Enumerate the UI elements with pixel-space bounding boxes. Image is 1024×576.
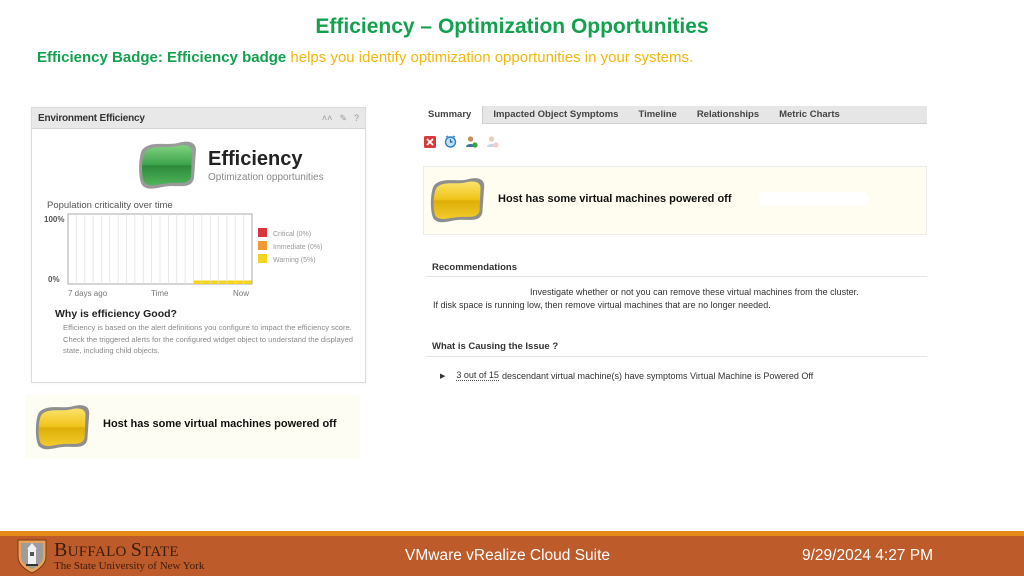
slide-subtitle: Efficiency Badge: Efficiency badge helps… — [37, 49, 693, 66]
y-tick-label-0: 0% — [48, 275, 60, 284]
efficiency-label: Efficiency — [208, 147, 303, 170]
alert-badge-icon — [430, 178, 485, 223]
y-tick-label-100: 100% — [44, 215, 64, 224]
collapse-icon[interactable]: ˄˄ — [322, 113, 333, 124]
bar-warning — [210, 280, 219, 284]
bar-warning — [243, 280, 252, 284]
recommendations-title: Recommendations — [432, 262, 517, 273]
take-ownership-icon[interactable] — [465, 135, 478, 148]
cancel-alert-icon[interactable] — [423, 135, 436, 148]
cause-divider — [426, 356, 927, 357]
bar-warning — [218, 280, 227, 284]
legend-swatch — [258, 228, 267, 237]
slide-title: Efficiency – Optimization Opportunities — [315, 15, 709, 38]
legend-label: Warning (5%) — [273, 257, 316, 264]
logo-subtitle: The State University of New York — [54, 560, 205, 572]
logo-text: BUFFALO STATE The State University of Ne… — [54, 540, 204, 572]
chart-title: Population criticality over time — [47, 200, 173, 211]
cause-text: descendant virtual machine(s) have sympt… — [501, 370, 814, 381]
help-icon[interactable]: ? — [354, 113, 359, 124]
alert-toolbar — [423, 135, 499, 148]
buffalo-state-logo: BUFFALO STATE The State University of Ne… — [16, 536, 204, 576]
bar-warning — [227, 280, 235, 284]
tab-impacted-object-symptoms[interactable]: Impacted Object Symptoms — [483, 106, 628, 124]
grid-lines — [75, 214, 245, 284]
tab-timeline[interactable]: Timeline — [628, 106, 686, 124]
cause-row: ▶ 3 out of 15 descendant virtual machine… — [440, 370, 813, 381]
tab-metric-charts[interactable]: Metric Charts — [769, 106, 850, 124]
warning-badge-icon — [35, 405, 90, 450]
widget-tools: ˄˄ ✎ ? — [322, 113, 359, 124]
tab-relationships[interactable]: Relationships — [687, 106, 769, 124]
recommendations-divider — [426, 276, 927, 277]
why-body: Efficiency is based on the alert definit… — [63, 323, 354, 355]
warning-badge-card: Host has some virtual machines powered o… — [25, 395, 360, 458]
x-tick-label-end: Now — [233, 289, 249, 298]
bar-warning — [202, 280, 210, 284]
tab-summary[interactable]: Summary — [423, 106, 484, 124]
x-axis-label: Time — [151, 289, 169, 298]
footer: BUFFALO STATE The State University of Ne… — [0, 536, 1024, 576]
legend-swatch — [258, 241, 267, 250]
bars — [193, 280, 252, 284]
bar-warning — [193, 280, 202, 284]
expand-arrow-icon[interactable]: ▶ — [440, 372, 445, 380]
redacted-area — [759, 192, 869, 206]
chart-legend: Critical (0%) Immediate (0%) Warning (5%) — [258, 228, 322, 264]
footer-course-title: VMware vRealize Cloud Suite — [405, 547, 611, 564]
recommendation-item: If disk space is running low, then remov… — [433, 300, 771, 310]
legend-label: Critical (0%) — [273, 231, 311, 238]
subtitle-strong: Efficiency Badge: Efficiency badge — [37, 49, 287, 66]
x-tick-label-start: 7 days ago — [68, 289, 108, 298]
suspend-alert-icon[interactable] — [444, 135, 457, 148]
widget-header: Environment Efficiency ˄˄ ✎ ? — [32, 108, 365, 129]
shield-logo-icon — [17, 539, 47, 574]
efficiency-sublabel: Optimization opportunities — [208, 171, 324, 183]
efficiency-text: Efficiency Optimization opportunities — [208, 148, 324, 183]
population-criticality-chart: 100% 0% 7 days ago Time Now Critical (0%… — [44, 213, 322, 298]
legend-swatch — [258, 254, 267, 263]
alert-detail-tabs: Summary Impacted Object Symptoms Timelin… — [423, 106, 927, 124]
cause-title: What is Causing the Issue ? — [432, 341, 559, 352]
environment-efficiency-widget: Environment Efficiency ˄˄ ✎ ? Efficiency… — [31, 107, 366, 383]
alert-summary-card: Host has some virtual machines powered o… — [423, 166, 927, 235]
edit-icon[interactable]: ✎ — [339, 113, 347, 124]
recommendation-item: Investigate whether or not you can remov… — [530, 287, 859, 297]
bar-warning — [235, 280, 244, 284]
widget-title: Environment Efficiency — [38, 112, 145, 124]
cause-count-link[interactable]: 3 out of 15 — [456, 370, 499, 381]
efficiency-badge-header: Efficiency Optimization opportunities — [136, 138, 324, 192]
release-ownership-icon[interactable] — [486, 135, 499, 148]
logo-name: BUFFALO STATE — [54, 539, 179, 561]
badge-message: Host has some virtual machines powered o… — [103, 418, 337, 430]
alert-message: Host has some virtual machines powered o… — [498, 193, 732, 205]
legend-label: Immediate (0%) — [273, 244, 322, 251]
footer-date: 9/29/2024 4:27 PM — [802, 547, 933, 564]
efficiency-badge-icon — [139, 141, 196, 189]
why-title: Why is efficiency Good? — [55, 308, 177, 320]
subtitle-rest: helps you identify optimization opportun… — [286, 49, 694, 66]
